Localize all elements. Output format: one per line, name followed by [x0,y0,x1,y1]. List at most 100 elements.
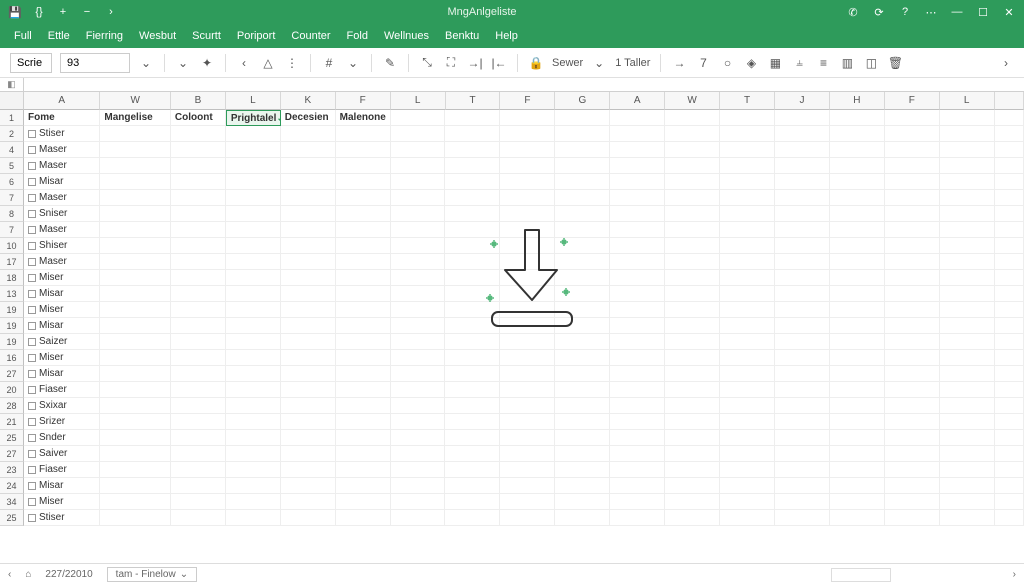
cell[interactable] [445,446,500,462]
cell[interactable]: Srizer [24,414,100,430]
cell[interactable] [995,446,1024,462]
cell[interactable] [336,158,391,174]
trash-icon[interactable]: 🗑 [887,55,903,71]
cell[interactable] [610,366,665,382]
checkbox-icon[interactable] [28,242,36,250]
chevron-down-icon[interactable]: ⌄ [345,55,361,71]
checkbox-icon[interactable] [28,322,36,330]
cell[interactable] [336,302,391,318]
cell[interactable] [226,334,281,350]
cell[interactable] [610,190,665,206]
cell[interactable] [940,270,995,286]
cell[interactable] [555,206,610,222]
cell[interactable] [885,222,940,238]
cell[interactable] [281,350,336,366]
cell[interactable] [885,142,940,158]
cell[interactable] [830,302,885,318]
cell[interactable] [610,206,665,222]
cell[interactable] [775,142,830,158]
cell[interactable] [100,158,171,174]
checkbox-icon[interactable] [28,418,36,426]
cell[interactable] [720,430,775,446]
cell[interactable] [775,286,830,302]
cell[interactable] [665,238,720,254]
cell[interactable] [995,174,1024,190]
status-search[interactable] [831,568,891,582]
cell[interactable] [445,190,500,206]
column-header[interactable]: L [226,92,281,110]
cell[interactable] [391,142,446,158]
row-header[interactable]: 19 [0,334,24,350]
cell[interactable] [940,126,995,142]
cell[interactable] [445,510,500,526]
cell[interactable] [445,174,500,190]
cell[interactable]: Coloont [171,110,226,126]
cell[interactable] [610,318,665,334]
cell[interactable] [665,462,720,478]
chevron-down-icon[interactable]: ⌄ [591,55,607,71]
cell[interactable] [665,110,720,126]
cell[interactable] [885,254,940,270]
cell[interactable] [100,190,171,206]
column-header[interactable]: W [665,92,720,110]
minimize-icon[interactable]: — [950,5,964,19]
cell[interactable] [775,446,830,462]
cell[interactable] [830,110,885,126]
cell[interactable]: Miser [24,302,100,318]
checkbox-icon[interactable] [28,274,36,282]
cell[interactable]: Stiser [24,126,100,142]
phone-icon[interactable]: ✆ [846,5,860,19]
code-icon[interactable]: {} [32,5,46,19]
cell[interactable] [281,126,336,142]
cell[interactable] [775,190,830,206]
cell[interactable] [171,222,226,238]
cell[interactable] [226,510,281,526]
cell[interactable] [100,174,171,190]
cell[interactable]: Malenone [336,110,391,126]
cell[interactable] [995,462,1024,478]
cell[interactable] [281,238,336,254]
cell[interactable] [500,398,555,414]
cell[interactable] [391,222,446,238]
cell[interactable] [775,414,830,430]
cell[interactable] [940,430,995,446]
cell[interactable] [665,174,720,190]
cell[interactable] [885,302,940,318]
row-header[interactable]: 7 [0,222,24,238]
checkbox-icon[interactable] [28,370,36,378]
menu-fold[interactable]: Fold [347,30,368,42]
cell[interactable] [610,110,665,126]
cell[interactable] [336,270,391,286]
cell[interactable]: Shiser [24,238,100,254]
checkbox-icon[interactable] [28,338,36,346]
angle-left-icon[interactable]: ‹ [236,55,252,71]
cell[interactable] [830,366,885,382]
cell[interactable] [885,414,940,430]
checkbox-icon[interactable] [28,450,36,458]
cell[interactable] [445,382,500,398]
cell[interactable] [995,302,1024,318]
cell[interactable] [830,414,885,430]
cell[interactable] [995,318,1024,334]
cell[interactable] [391,366,446,382]
cell[interactable] [995,430,1024,446]
cell[interactable] [665,286,720,302]
cell[interactable] [226,398,281,414]
cell[interactable] [665,478,720,494]
fontsize-input[interactable] [60,53,130,73]
cell[interactable] [775,494,830,510]
cell[interactable] [940,334,995,350]
column-header[interactable]: J [775,92,830,110]
cell[interactable] [100,398,171,414]
row-header[interactable]: 17 [0,254,24,270]
align-bottom-icon[interactable]: ⫨ [791,55,807,71]
row-header[interactable]: 8 [0,206,24,222]
cell[interactable] [885,510,940,526]
cell[interactable] [555,494,610,510]
cell[interactable] [226,382,281,398]
cell[interactable] [391,334,446,350]
checkbox-icon[interactable] [28,290,36,298]
cell[interactable] [720,446,775,462]
cell[interactable] [500,126,555,142]
cell[interactable] [720,382,775,398]
